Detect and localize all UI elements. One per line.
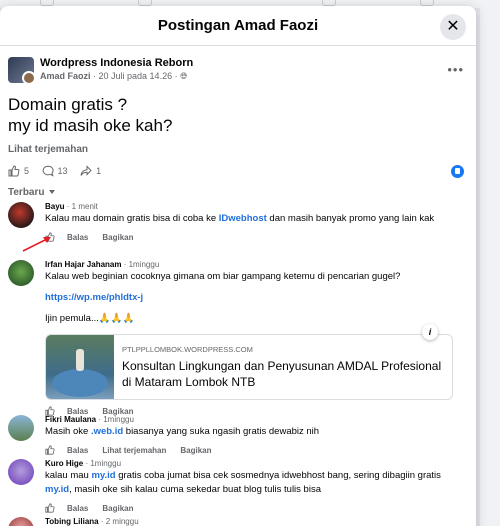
comment-like-button[interactable] <box>45 445 55 455</box>
reply-button[interactable]: Balas <box>67 504 88 513</box>
comment-item: Kuro Hige · 1minggu kalau mau my.id grat… <box>0 459 476 517</box>
comment-text: Masih oke .web.id biasanya yang suka nga… <box>45 425 460 439</box>
group-name[interactable]: Wordpress Indonesia Reborn <box>40 57 193 69</box>
reply-button[interactable]: Balas <box>67 446 88 455</box>
comment-actions: Balas Bagikan <box>45 231 460 243</box>
commenter-name: Kuro Hige · 1minggu <box>45 459 122 468</box>
mention-link[interactable]: IDwebhost <box>219 213 267 224</box>
like-icon <box>8 165 20 177</box>
commenter-name-link[interactable]: Bayu <box>45 202 65 211</box>
comment-time[interactable]: 1minggu <box>129 260 160 269</box>
comment-icon <box>42 165 54 177</box>
commenter-name: Tobing Liliana · 2 minggu <box>45 517 139 526</box>
comment-text-part: Ijin pemula... <box>45 313 99 324</box>
comment-item: Fikri Maulana · 1minggu Masih oke .web.i… <box>0 415 476 459</box>
group-avatar[interactable] <box>8 57 36 85</box>
comment-count: 13 <box>57 166 68 176</box>
link-preview-card[interactable]: PTLPPLLOMBOK.WORDPRESS.COM Konsultan Lin… <box>45 334 453 400</box>
share-comment-button[interactable]: Bagikan <box>102 233 133 242</box>
post-text: Domain gratis ? my id masih oke kah? <box>0 94 476 136</box>
commenter-name-link[interactable]: Irfan Hajar Jahanam <box>45 260 121 269</box>
like-count: 5 <box>24 166 30 176</box>
comment-text: Kalau mau domain gratis bisa di coba ke … <box>45 212 460 226</box>
link-preview-image <box>46 335 114 399</box>
comment-text-part: kalau mau <box>45 470 92 481</box>
comment-item: Tobing Liliana · 2 minggu <box>0 517 476 526</box>
mention-link[interactable]: my.id <box>91 470 115 481</box>
comment-time[interactable]: 1minggu <box>90 459 121 468</box>
url-link[interactable]: https://wp.me/phldtx-j <box>45 292 143 303</box>
comment-text: Kalau web beginian cocoknya gimana om bi… <box>45 271 401 282</box>
dialog-title: Postingan Amad Faozi <box>157 17 319 34</box>
commenter-avatar[interactable] <box>8 459 34 485</box>
commenter-avatar[interactable] <box>8 415 34 441</box>
commenter-name-link[interactable]: Fikri Maulana <box>45 415 96 424</box>
reply-button[interactable]: Balas <box>67 233 88 242</box>
comment-text-part: biasanya yang suka ngasih gratis dewabiz… <box>123 426 320 437</box>
commenter-avatar[interactable] <box>8 260 34 286</box>
comment-text-part: dan masih banyak promo yang lain kak <box>266 213 435 224</box>
comment-like-button[interactable] <box>45 503 55 513</box>
link-preview-title: Konsultan Lingkungan dan Penyusunan AMDA… <box>122 359 442 389</box>
like-icon <box>45 445 55 455</box>
post-author[interactable]: Amad Faozi <box>40 71 91 81</box>
comment-url-line: https://wp.me/phldtx-j <box>45 291 460 305</box>
share-icon <box>80 165 92 176</box>
caret-down-icon <box>48 190 55 195</box>
post-line-2: my id masih oke kah? <box>8 116 173 135</box>
comment-text-part: gratis coba jumat bisa cek sosmednya idw… <box>115 470 441 481</box>
post-line-1: Domain gratis ? <box>8 95 128 114</box>
post-date[interactable]: 20 Juli pada 14.26 <box>99 71 173 81</box>
post-stats: 5 13 1 <box>0 161 476 185</box>
share-comment-button[interactable]: Bagikan <box>180 446 211 455</box>
mention-link[interactable]: my.id <box>45 484 69 495</box>
commenter-avatar[interactable] <box>8 517 34 526</box>
annotation-arrow-icon <box>22 237 51 252</box>
comment-time[interactable]: 1minggu <box>103 415 134 424</box>
sort-label: Terbaru <box>8 187 45 198</box>
link-preview-domain: PTLPPLLOMBOK.WORDPRESS.COM <box>122 345 253 354</box>
info-icon[interactable]: i <box>422 324 438 340</box>
close-button[interactable]: ✕ <box>440 14 466 40</box>
see-translation-button[interactable]: Lihat terjemahan <box>102 446 166 455</box>
comment-sort-dropdown[interactable]: Terbaru <box>0 187 476 198</box>
share-count: 1 <box>96 166 102 176</box>
like-stat[interactable]: 5 <box>8 161 29 181</box>
see-translation-link[interactable]: Lihat terjemahan <box>0 144 476 155</box>
comment-time[interactable]: 2 minggu <box>106 517 139 526</box>
author-avatar[interactable] <box>22 71 36 85</box>
comment-text-line-3: Ijin pemula...🙏🙏🙏 <box>45 312 460 326</box>
comment-item: Bayu · 1 menit Kalau mau domain gratis b… <box>0 202 476 260</box>
comment-item: Irfan Hajar Jahanam · 1minggu Kalau web … <box>0 260 476 416</box>
comment-text-part: , masih oke sih kalau cuma sekedar buat … <box>69 484 321 495</box>
comment-stat[interactable]: 13 <box>42 161 68 181</box>
share-comment-button[interactable]: Bagikan <box>102 504 133 513</box>
commenter-avatar[interactable] <box>8 202 34 228</box>
comment-text-part: Masih oke <box>45 426 91 437</box>
dialog-header: Postingan Amad Faozi ✕ <box>0 6 476 46</box>
commenter-name: Fikri Maulana · 1minggu <box>45 415 134 424</box>
comment-time[interactable]: 1 menit <box>72 202 98 211</box>
share-stat[interactable]: 1 <box>80 161 101 181</box>
commenter-name-link[interactable]: Tobing Liliana <box>45 517 99 526</box>
globe-icon: 🌐︎ <box>180 71 188 81</box>
commenter-name: Bayu · 1 menit <box>45 202 98 211</box>
like-reaction-badge[interactable] <box>451 165 464 178</box>
post-header: Wordpress Indonesia Reborn Amad Faozi · … <box>0 46 476 88</box>
commenter-name: Irfan Hajar Jahanam · 1minggu <box>45 260 160 269</box>
comment-actions: Balas Bagikan <box>45 502 460 514</box>
mention-link[interactable]: .web.id <box>91 426 123 437</box>
comment-text-part: Kalau mau domain gratis bisa di coba ke <box>45 213 219 224</box>
comment-list: Bayu · 1 menit Kalau mau domain gratis b… <box>0 202 476 526</box>
comment-text: kalau mau my.id gratis coba jumat bisa c… <box>45 469 460 497</box>
pray-emoji: 🙏🙏🙏 <box>98 313 135 324</box>
like-icon <box>45 503 55 513</box>
close-icon: ✕ <box>446 18 460 35</box>
page-scrollbar[interactable] <box>480 0 500 526</box>
more-options-button[interactable]: ••• <box>447 62 464 77</box>
commenter-name-link[interactable]: Kuro Hige <box>45 459 83 468</box>
post-meta: Amad Faozi · 20 Juli pada 14.26 · 🌐︎ <box>40 71 188 81</box>
comment-actions: Balas Lihat terjemahan Bagikan <box>45 444 460 456</box>
